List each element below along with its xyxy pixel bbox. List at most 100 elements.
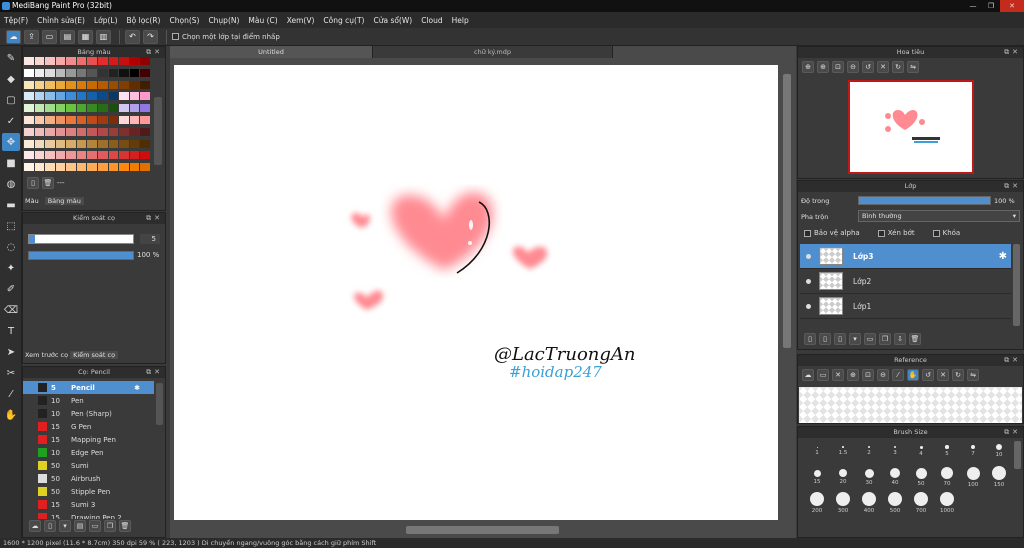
new-brush-icon[interactable]: ▤ <box>74 520 86 532</box>
color-swatch[interactable] <box>119 80 129 89</box>
protect-alpha-checkbox[interactable]: Bảo vệ alpha <box>804 229 860 237</box>
minimize-button[interactable]: — <box>964 0 982 12</box>
color-swatch[interactable] <box>108 68 119 77</box>
menu-color[interactable]: Màu (C) <box>248 16 277 25</box>
color-swatch[interactable] <box>119 92 129 101</box>
color-swatch[interactable] <box>34 163 45 172</box>
ref-rotate-left-icon[interactable]: ↺ <box>922 369 934 381</box>
color-swatch[interactable] <box>140 127 150 136</box>
color-swatch[interactable] <box>34 57 45 65</box>
color-swatch[interactable] <box>55 115 66 124</box>
menu-layer[interactable]: Lớp(L) <box>94 16 118 25</box>
color-swatch-grid[interactable] <box>24 57 150 174</box>
brush-size-cell[interactable]: 10 <box>986 438 1012 464</box>
folder-icon[interactable]: ▭ <box>89 520 101 532</box>
rectangle-tool-icon[interactable]: ▢ <box>2 91 20 109</box>
color-swatch[interactable] <box>87 139 98 148</box>
color-swatch[interactable] <box>140 163 150 172</box>
rotate-right-icon[interactable]: ↻ <box>892 61 904 73</box>
color-swatch[interactable] <box>66 127 76 136</box>
new-file-icon[interactable]: ▦ <box>78 29 93 44</box>
comment-icon[interactable]: ▭ <box>42 29 57 44</box>
color-swatch[interactable] <box>119 163 129 172</box>
brush-size-cell[interactable]: 20 <box>830 464 856 490</box>
color-swatch[interactable] <box>45 115 55 124</box>
color-swatch[interactable] <box>140 80 150 89</box>
brush-item[interactable]: 15 Drawing Pen 2 <box>23 511 154 519</box>
color-swatch[interactable] <box>140 139 150 148</box>
layer-row[interactable]: Lớp2 <box>800 269 1011 294</box>
color-swatch[interactable] <box>98 104 108 113</box>
color-swatch[interactable] <box>34 68 45 77</box>
menu-edit[interactable]: Chỉnh sửa(E) <box>37 16 85 25</box>
reference-view[interactable] <box>799 387 1022 423</box>
color-swatch[interactable] <box>140 57 150 65</box>
color-swatch[interactable] <box>87 151 98 160</box>
color-swatch[interactable] <box>34 80 45 89</box>
redo-icon[interactable]: ↷ <box>143 29 158 44</box>
magic-wand-icon[interactable]: ✦ <box>2 259 20 277</box>
color-swatch[interactable] <box>66 151 76 160</box>
tab-untitled[interactable]: Untitled <box>170 46 373 58</box>
save-icon[interactable]: ▤ <box>60 29 75 44</box>
color-swatch[interactable] <box>34 151 45 160</box>
color-swatch[interactable] <box>98 115 108 124</box>
color-swatch[interactable] <box>34 127 45 136</box>
color-swatch[interactable] <box>129 80 140 89</box>
color-swatch[interactable] <box>66 104 76 113</box>
color-swatch[interactable] <box>98 80 108 89</box>
menu-filter[interactable]: Bộ lọc(R) <box>127 16 161 25</box>
color-swatch[interactable] <box>87 68 98 77</box>
menu-file[interactable]: Tệp(F) <box>4 16 28 25</box>
ref-eyedropper-icon[interactable]: ⁄ <box>892 369 904 381</box>
color-swatch[interactable] <box>24 104 34 113</box>
layer-opacity-slider[interactable] <box>858 196 991 205</box>
color-swatch[interactable] <box>66 115 76 124</box>
color-swatch[interactable] <box>45 163 55 172</box>
brush-size-cell[interactable]: 500 <box>882 490 908 516</box>
operation-tool-icon[interactable]: ➤ <box>2 343 20 361</box>
color-swatch[interactable] <box>87 127 98 136</box>
brush-size-cell[interactable]: 30 <box>856 464 882 490</box>
color-swatch[interactable] <box>129 104 140 113</box>
text-tool-icon[interactable]: T <box>2 322 20 340</box>
color-swatch[interactable] <box>76 104 87 113</box>
bucket-tool-icon[interactable]: ◍ <box>2 175 20 193</box>
color-swatch[interactable] <box>76 151 87 160</box>
color-swatch[interactable] <box>24 139 34 148</box>
color-swatch[interactable] <box>34 139 45 148</box>
color-swatch[interactable] <box>55 92 66 101</box>
brush-list-scrollbar[interactable] <box>156 383 163 425</box>
color-swatch[interactable] <box>34 92 45 101</box>
color-swatch[interactable] <box>76 115 87 124</box>
ref-fit-icon[interactable]: ⊡ <box>862 369 874 381</box>
ref-zoom-out-icon[interactable]: ⊖ <box>877 369 889 381</box>
color-swatch[interactable] <box>55 80 66 89</box>
brush-menu-icon[interactable]: ▾ <box>59 520 71 532</box>
close-button[interactable]: ✕ <box>1000 0 1024 12</box>
brush-item[interactable]: 5 Pencil ✱ <box>23 381 154 394</box>
menu-snap[interactable]: Chụp(N) <box>208 16 239 25</box>
zoom-out-icon[interactable]: ⊖ <box>847 61 859 73</box>
gradient-tool-icon[interactable]: ▬ <box>2 196 20 214</box>
layer-row[interactable]: Lớp3 ✱ <box>800 244 1011 269</box>
color-swatch[interactable] <box>66 80 76 89</box>
color-swatch[interactable] <box>24 163 34 172</box>
color-swatch[interactable] <box>140 151 150 160</box>
menu-window[interactable]: Cửa sổ(W) <box>373 16 412 25</box>
color-swatch[interactable] <box>129 68 140 77</box>
color-swatch[interactable] <box>24 115 34 124</box>
color-swatch[interactable] <box>140 104 150 113</box>
maximize-button[interactable]: ❐ <box>982 0 1000 12</box>
dot-tool-icon[interactable]: ✓ <box>2 112 20 130</box>
tab-palette[interactable]: Bảng màu <box>44 197 84 205</box>
select-layer-checkbox[interactable]: Chọn một lớp tại điểm nhấp <box>172 33 280 41</box>
color-swatch[interactable] <box>108 163 119 172</box>
brush-size-cell[interactable]: 5 <box>934 438 960 464</box>
color-swatch[interactable] <box>45 151 55 160</box>
color-swatch[interactable] <box>24 151 34 160</box>
brush-size-value[interactable]: 5 <box>140 234 160 244</box>
color-swatch[interactable] <box>87 80 98 89</box>
brush-item[interactable]: 10 Pen (Sharp) <box>23 407 154 420</box>
color-swatch[interactable] <box>66 92 76 101</box>
